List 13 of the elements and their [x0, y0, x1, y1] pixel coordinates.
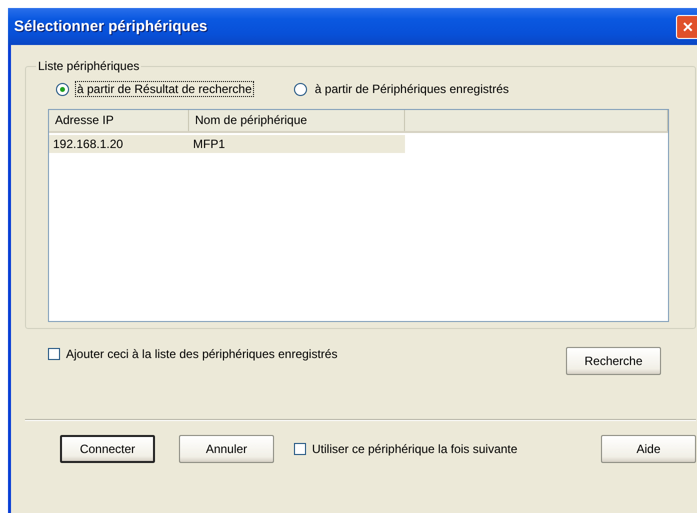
- use-next-time-checkbox[interactable]: Utiliser ce périphérique la fois suivante: [294, 442, 518, 456]
- connect-button[interactable]: Connecter: [60, 435, 155, 463]
- close-button[interactable]: ✕: [676, 14, 697, 38]
- column-header[interactable]: Adresse IP: [49, 110, 189, 131]
- source-radio[interactable]: à partir de Périphériques enregistrés: [294, 81, 511, 97]
- group-title: Liste périphériques: [37, 59, 140, 73]
- cancel-button[interactable]: Annuler: [179, 435, 274, 463]
- search-button[interactable]: Recherche: [566, 347, 661, 375]
- device-row[interactable]: 192.168.1.20 MFP1: [49, 135, 405, 153]
- window-title: Sélectionner périphériques: [14, 18, 208, 35]
- help-button[interactable]: Aide: [601, 435, 696, 463]
- column-header[interactable]: Nom de périphérique: [189, 110, 405, 131]
- add-to-list-checkbox[interactable]: Ajouter ceci à la liste des périphériques enregistrés: [48, 347, 338, 361]
